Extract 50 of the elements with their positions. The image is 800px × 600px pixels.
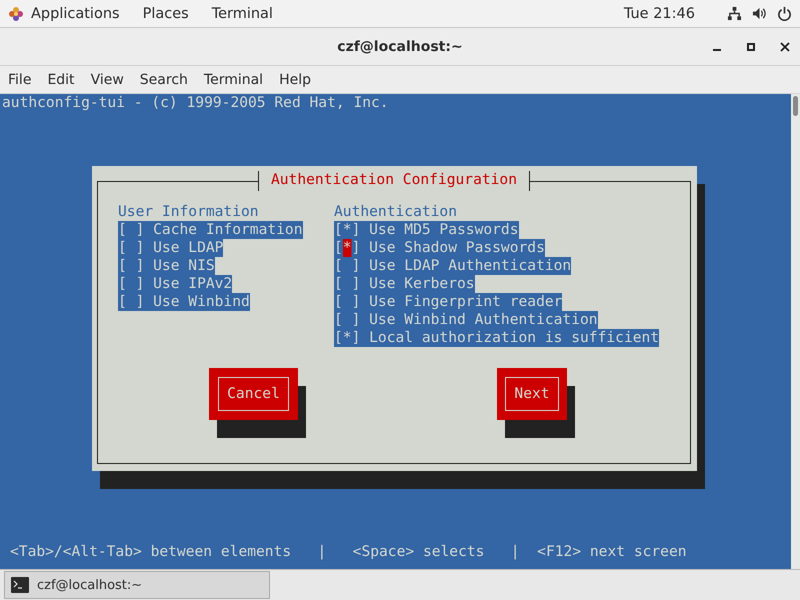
menu-item[interactable]: Terminal	[204, 72, 264, 88]
checkbox[interactable]: [*]	[334, 329, 360, 347]
checkbox[interactable]: [ ]	[334, 293, 360, 311]
volume-icon[interactable]	[752, 6, 767, 21]
checkbox[interactable]: [ ]	[118, 275, 144, 293]
checkbox[interactable]: [ ]	[334, 311, 360, 329]
section-heading: User Information	[118, 203, 259, 221]
checkbox[interactable]: [ ]	[334, 257, 360, 275]
dialog-title: Authentication Configuration	[258, 171, 530, 191]
checkbox[interactable]: [ ]	[334, 275, 360, 293]
checkbox-label[interactable]: Local authorization is sufficient	[360, 329, 660, 347]
key-hint-line: <Tab>/<Alt-Tab> between elements | <Space> selects | <F12> next screen	[9, 543, 688, 561]
menu-item[interactable]: Search	[140, 72, 188, 88]
checkbox-label[interactable]: Use LDAP Authentication	[360, 257, 572, 275]
menu-item[interactable]: View	[90, 72, 124, 88]
checkbox[interactable]: [ ]	[118, 239, 144, 257]
power-icon[interactable]	[777, 6, 792, 21]
window-title: czf@localhost:~	[337, 38, 463, 54]
terminal-header-line: authconfig-tui - (c) 1999-2005 Red Hat, Inc.	[1, 94, 390, 112]
menu-item[interactable]: Edit	[47, 72, 75, 88]
checkbox-label[interactable]: Use NIS	[144, 257, 215, 275]
checkbox-label[interactable]: Use IPAv2	[144, 275, 232, 293]
checkbox[interactable]: [ ]	[118, 293, 144, 311]
checkbox-label[interactable]: Use LDAP	[144, 239, 224, 257]
section-heading: Authentication	[334, 203, 458, 221]
terminal-icon	[11, 577, 29, 593]
top-menu[interactable]: Applications	[31, 6, 120, 22]
taskbar-item[interactable]: czf@localhost:~	[4, 571, 270, 599]
dialog-button[interactable]: Next	[497, 368, 567, 420]
dialog-button[interactable]: Cancel	[209, 368, 298, 420]
checkbox[interactable]: [*]	[334, 221, 360, 239]
checkbox-label[interactable]: Use Shadow Passwords	[360, 239, 545, 257]
apps-flower-icon	[8, 6, 24, 22]
top-menu[interactable]: Terminal	[212, 6, 273, 22]
maximize-icon[interactable]	[746, 42, 756, 52]
menu-item[interactable]: File	[8, 72, 32, 88]
clock[interactable]: Tue 21:46	[624, 6, 695, 22]
checkbox[interactable]: [ ]	[118, 257, 144, 275]
checkbox[interactable]: [ ]	[118, 221, 144, 239]
checkbox-label[interactable]: Use Winbind	[144, 293, 250, 311]
scrollbar[interactable]	[791, 94, 800, 569]
checkbox-label[interactable]: Use Winbind Authentication	[360, 311, 598, 329]
checkbox-label[interactable]: Use Fingerprint reader	[360, 293, 562, 311]
close-icon[interactable]	[780, 42, 790, 52]
network-icon[interactable]	[727, 6, 742, 21]
checkbox-label[interactable]: Use Kerberos	[360, 275, 475, 293]
checkbox-label[interactable]: Use MD5 Passwords	[360, 221, 519, 239]
menu-item[interactable]: Help	[279, 72, 311, 88]
checkbox-label[interactable]: Cache Information	[144, 221, 303, 239]
top-menu[interactable]: Places	[142, 6, 189, 22]
